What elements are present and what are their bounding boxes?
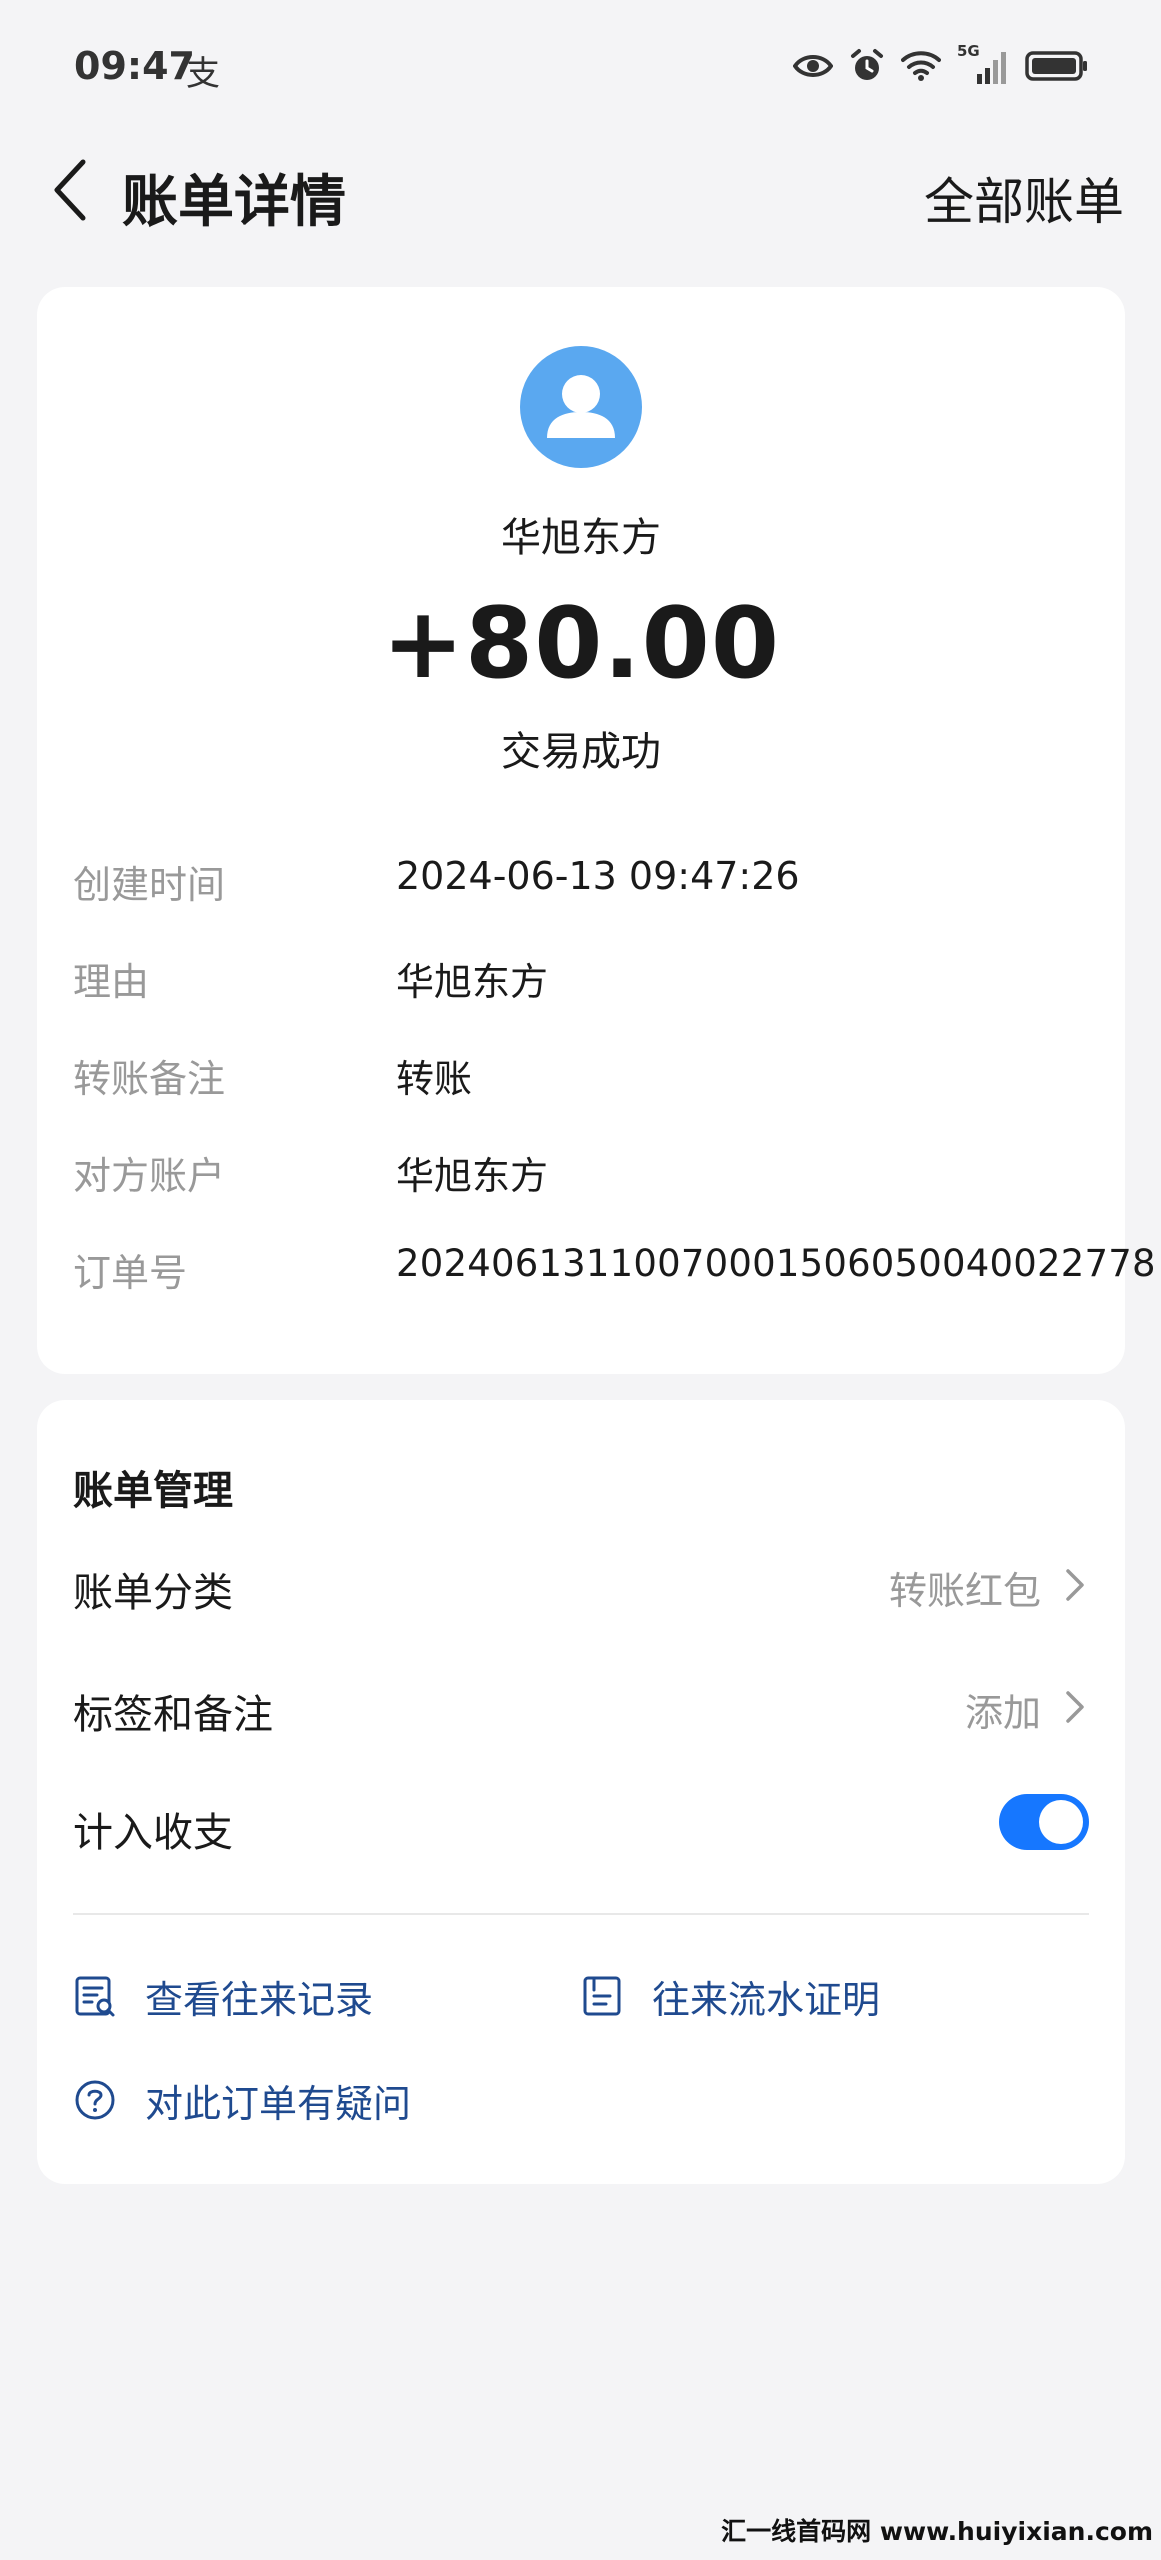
include-in-budget-label: 计入收支 xyxy=(73,1810,233,1856)
order-number-value: 20240613110070001506050040022778 xyxy=(396,1242,1156,1285)
bill-category-row[interactable]: 账单分类 转账红包 xyxy=(73,1550,1089,1620)
cellular-5g-icon: 5G xyxy=(957,42,1009,86)
detail-row-counterparty: 对方账户 华旭东方 xyxy=(73,1145,1103,1205)
document-icon xyxy=(583,1976,621,2016)
record-list-icon xyxy=(75,1976,115,2017)
chevron-right-icon xyxy=(1066,1569,1084,1601)
order-question-link[interactable]: 对此订单有疑问 xyxy=(73,2070,411,2130)
divider xyxy=(73,1913,1089,1915)
view-records-label: 查看往来记录 xyxy=(145,1977,374,2022)
bill-category-value: 转账红包 xyxy=(888,1569,1041,1613)
tags-notes-value: 添加 xyxy=(964,1691,1041,1735)
user-avatar-icon xyxy=(547,375,615,438)
status-icons: 5G xyxy=(793,42,1089,88)
alarm-icon xyxy=(851,49,883,80)
detail-label: 转账备注 xyxy=(73,1057,226,1101)
detail-label: 对方账户 xyxy=(73,1154,226,1198)
detail-label: 订单号 xyxy=(73,1251,188,1295)
bill-detail-screen: 09:47 支 5G 账单详情 全部账单 华旭东方 +80.00 交易成功 创建… xyxy=(0,0,1161,2560)
page-title: 账单详情 xyxy=(122,170,346,235)
detail-row-created-time: 创建时间 2024-06-13 09:47:26 xyxy=(73,854,1103,914)
detail-row-order-number: 订单号 20240613110070001506050040022778 xyxy=(73,1242,1156,1302)
include-in-budget-row: 计入收支 xyxy=(73,1790,1089,1860)
statement-proof-link[interactable]: 往来流水证明 xyxy=(580,1966,880,2026)
view-records-link[interactable]: 查看往来记录 xyxy=(73,1966,373,2026)
include-in-budget-toggle[interactable] xyxy=(999,1794,1089,1850)
detail-row-reason: 理由 华旭东方 xyxy=(73,951,1103,1011)
back-button[interactable] xyxy=(34,155,104,225)
navigation-header: 账单详情 全部账单 xyxy=(0,135,1161,245)
question-circle-icon xyxy=(75,2080,115,2120)
detail-value: 华旭东方 xyxy=(396,960,549,1004)
transaction-amount: +80.00 xyxy=(381,587,781,701)
status-time: 09:47 xyxy=(74,44,195,88)
eye-icon xyxy=(793,55,833,77)
wifi-icon xyxy=(901,51,941,81)
chevron-left-icon xyxy=(54,159,86,221)
chevron-right-icon xyxy=(1066,1691,1084,1723)
tags-notes-label: 标签和备注 xyxy=(73,1692,273,1738)
payer-name: 华旭东方 xyxy=(501,515,661,561)
toggle-knob xyxy=(1039,1800,1083,1844)
bill-management-card: 账单管理 账单分类 转账红包 标签和备注 添加 计入收支 查看往来记录 往来流水… xyxy=(37,1400,1125,2184)
section-title: 账单管理 xyxy=(73,1468,233,1514)
detail-label: 理由 xyxy=(73,960,150,1004)
watermark: 汇一线首码网 www.huiyixian.com xyxy=(721,2517,1153,2546)
battery-icon xyxy=(1025,51,1087,81)
all-bills-link[interactable]: 全部账单 xyxy=(924,162,1124,234)
statement-proof-label: 往来流水证明 xyxy=(652,1977,881,2022)
detail-row-transfer-note: 转账备注 转账 xyxy=(73,1048,1103,1108)
payer-avatar xyxy=(520,346,642,468)
order-question-label: 对此订单有疑问 xyxy=(145,2081,412,2126)
detail-value: 2024-06-13 09:47:26 xyxy=(396,854,800,898)
alipay-indicator-icon: 支 xyxy=(186,54,220,94)
detail-value: 转账 xyxy=(396,1057,473,1101)
bill-category-label: 账单分类 xyxy=(73,1570,233,1616)
detail-value: 华旭东方 xyxy=(396,1154,549,1198)
transaction-status: 交易成功 xyxy=(501,729,661,775)
tags-notes-row[interactable]: 标签和备注 添加 xyxy=(73,1672,1089,1742)
detail-label: 创建时间 xyxy=(73,863,226,907)
status-bar: 09:47 支 5G xyxy=(0,0,1161,135)
transaction-detail-card: 华旭东方 +80.00 交易成功 创建时间 2024-06-13 09:47:2… xyxy=(37,287,1156,1374)
